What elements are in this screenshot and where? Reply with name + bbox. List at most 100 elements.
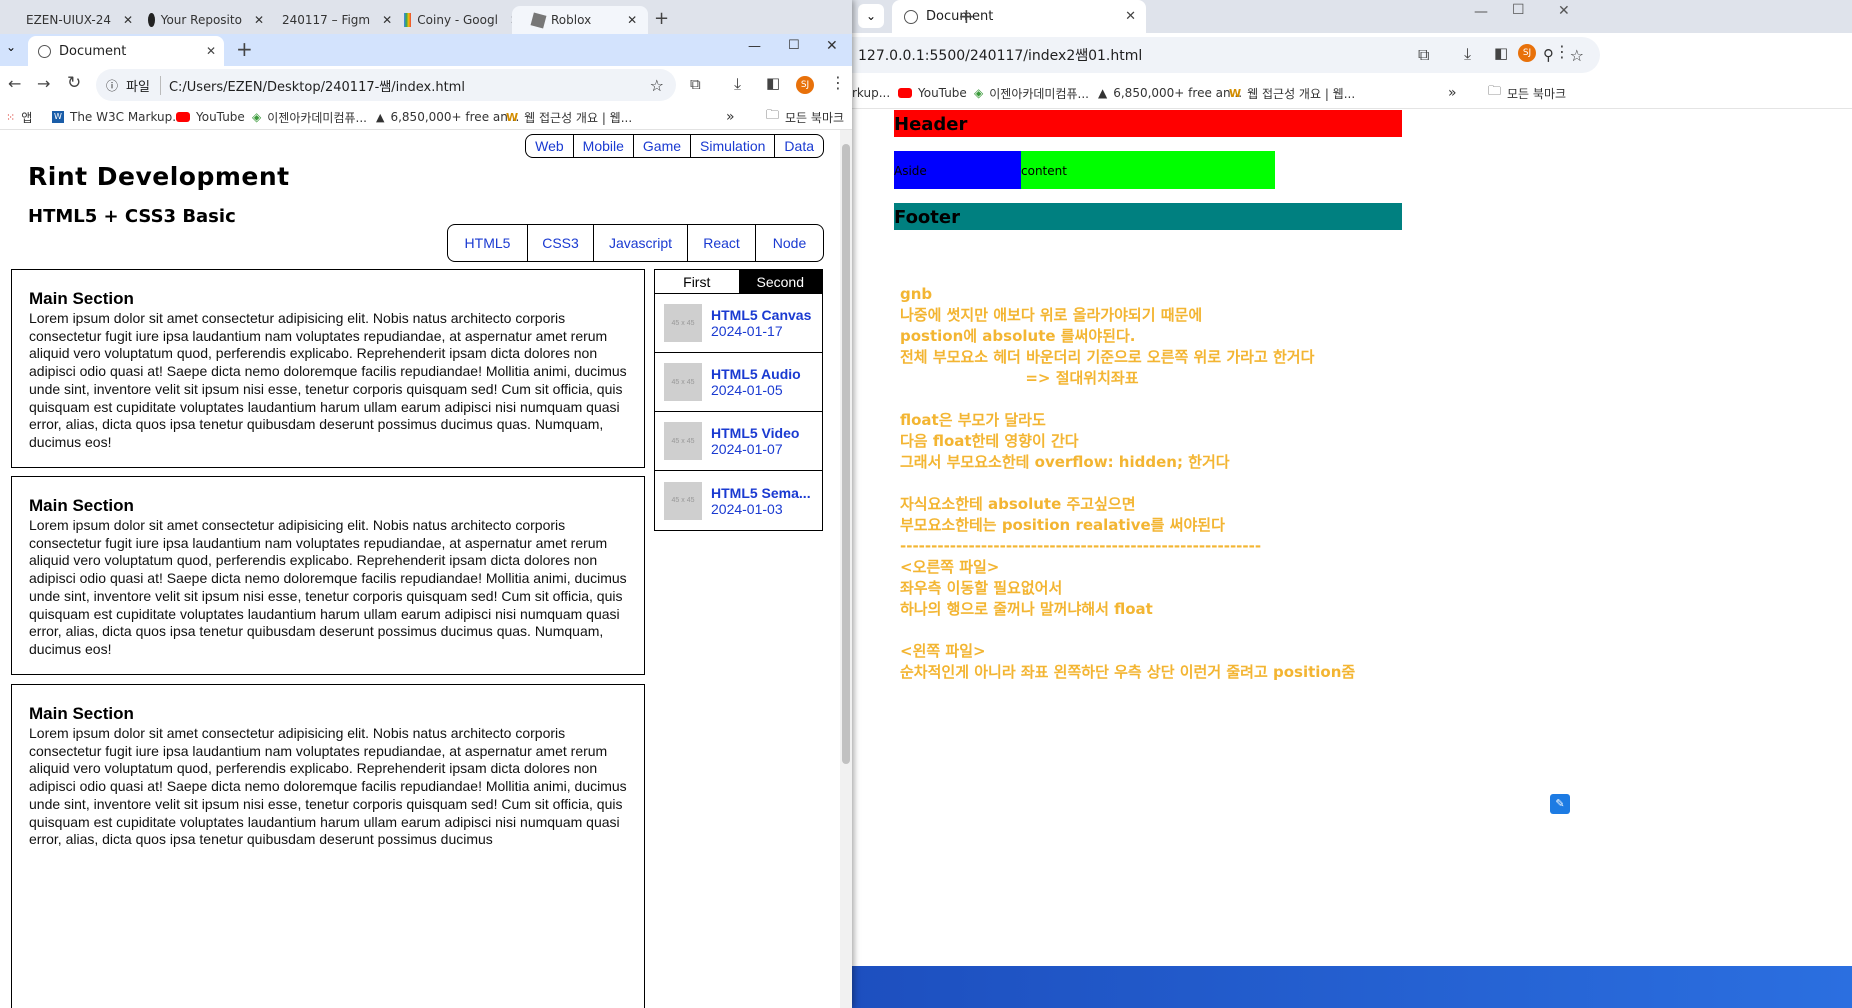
news-item[interactable]: 45 x 45 HTML5 Sema... 2024-01-03 <box>655 471 822 530</box>
menu-icon[interactable]: ⋮ <box>830 73 846 92</box>
bookmark-free[interactable]: ▲ 6,850,000+ free an... <box>376 104 519 130</box>
star-icon[interactable]: ☆ <box>1570 46 1584 65</box>
avatar[interactable]: SJ <box>1518 44 1536 62</box>
news-title[interactable]: HTML5 Video <box>711 425 811 441</box>
menu-icon[interactable]: ⋮ <box>1554 42 1570 61</box>
all-bookmarks[interactable]: 🗀 모든 북마크 <box>766 104 844 130</box>
news-date: 2024-01-17 <box>711 323 783 339</box>
tab-document[interactable]: Document ✕ <box>28 36 224 66</box>
sidepanel-icon[interactable]: ◧ <box>1494 44 1508 62</box>
maximize-button[interactable]: ☐ <box>1512 2 1525 18</box>
reload-icon[interactable]: ↻ <box>67 73 81 93</box>
github-icon <box>148 13 155 27</box>
gnb-game[interactable]: Game <box>632 135 690 157</box>
left-tab-strip: ⌄ Document ✕ + — ☐ ✕ <box>0 34 852 66</box>
tab-second[interactable]: Second <box>738 270 822 293</box>
tab-figma[interactable]: 240117 – Figm ✕ <box>256 6 392 34</box>
bookmarks-overflow-button[interactable]: » <box>1448 77 1457 109</box>
right-tab-strip: ⌄ Document ✕ + — ☐ ✕ <box>852 0 1852 33</box>
address-text: 127.0.0.1:5500/240117/index2쌤01.html <box>858 48 1143 64</box>
news-title[interactable]: HTML5 Canvas <box>711 307 811 323</box>
minimize-button[interactable]: — <box>748 39 761 54</box>
info-icon: ⓘ <box>106 78 119 93</box>
tab-first[interactable]: First <box>655 270 739 293</box>
notes-text: gnb 나중에 썻지만 애보다 위로 올라가야되기 때문에 postion에 a… <box>900 285 1356 681</box>
forward-icon[interactable]: → <box>37 74 50 93</box>
news-item[interactable]: 45 x 45 HTML5 Audio 2024-01-05 <box>655 353 822 412</box>
extensions-icon[interactable]: ⧉ <box>1418 45 1429 65</box>
tab-roblox[interactable]: Roblox ✕ <box>512 6 648 34</box>
bookmark-youtube[interactable]: YouTube <box>898 77 967 109</box>
news-date: 2024-01-05 <box>711 382 783 398</box>
bookmark-youtube[interactable]: YouTube <box>176 104 245 130</box>
new-tab-button[interactable]: + <box>236 37 253 61</box>
lnb-html5[interactable]: HTML5 <box>448 225 527 261</box>
left-toolbar: ← → ↻ ⓘ 파일 C:/Users/EZEN/Desktop/240117-… <box>0 66 852 104</box>
news-item[interactable]: 45 x 45 HTML5 Video 2024-01-07 <box>655 412 822 471</box>
bookmark-ezen[interactable]: ◈ 이젠아카데미컴퓨... <box>252 104 367 130</box>
site-subtitle: HTML5 + CSS3 Basic <box>28 206 236 227</box>
window-close-button[interactable]: ✕ <box>826 38 838 54</box>
left-browser-window: EZEN-UIUX-24 ✕ Your Reposito ✕ 240117 – Fi… <box>0 0 852 1008</box>
gnb-simulation[interactable]: Simulation <box>690 135 774 157</box>
bookmark-apps[interactable]: ⁙ 앱 <box>6 104 32 130</box>
address-bar[interactable]: 127.0.0.1:5500/240117/index2쌤01.html ⚲ ☆ <box>852 37 1600 73</box>
close-icon[interactable]: ✕ <box>627 13 637 27</box>
pen-icon[interactable]: ✎ <box>1550 794 1570 814</box>
tab-search-button[interactable]: ⌄ <box>6 40 16 54</box>
bookmarks-overflow-button[interactable]: » <box>726 104 735 130</box>
news-title[interactable]: HTML5 Audio <box>711 366 811 382</box>
bookmark-w3c[interactable]: W웹 접근성 개요 | 웹... <box>506 104 632 130</box>
close-icon[interactable]: ✕ <box>206 44 216 58</box>
lnb-javascript[interactable]: Javascript <box>593 225 687 261</box>
news-tab-panel: First Second 45 x 45 HTML5 Canvas 2024-01… <box>654 269 823 531</box>
bookmark-free[interactable]: ▲ 6,850,000+ free an... <box>1098 77 1242 109</box>
window-close-button[interactable]: ✕ <box>1558 3 1570 19</box>
download-icon[interactable]: ⤓ <box>734 74 741 94</box>
avatar[interactable]: SJ <box>796 76 814 94</box>
all-bookmarks[interactable]: 🗀 모든 북마크 <box>1488 77 1566 109</box>
news-date: 2024-01-03 <box>711 500 783 517</box>
sidepanel-icon[interactable]: ◧ <box>766 74 780 92</box>
scrollbar-thumb[interactable] <box>842 144 850 764</box>
content-block: content <box>1021 151 1275 189</box>
lnb-react[interactable]: React <box>687 225 755 261</box>
maximize-button[interactable]: ☐ <box>788 38 800 53</box>
tab-document[interactable]: Document ✕ <box>892 0 1146 33</box>
bookmark-w3c-markup[interactable]: W The W3C Markup... <box>52 104 184 130</box>
bookmark-ezen[interactable]: ◈ 이젠아카데미컴퓨... <box>974 77 1089 109</box>
star-icon[interactable]: ☆ <box>650 76 664 95</box>
tab-search-button[interactable]: ⌄ <box>858 4 884 28</box>
tab-your-repository[interactable]: Your Reposito ✕ <box>128 6 264 34</box>
tab-ezen-uiux[interactable]: EZEN-UIUX-24 ✕ <box>0 6 132 34</box>
site-logo[interactable]: Rint Development <box>28 162 290 191</box>
bookmark-item[interactable]: rkup... <box>852 77 890 109</box>
new-tab-button[interactable]: + <box>958 4 975 28</box>
download-icon[interactable]: ⤓ <box>1464 44 1471 64</box>
main-section: Main Section Lorem ipsum dolor sit amet … <box>11 269 645 468</box>
news-item[interactable]: 45 x 45 HTML5 Canvas 2024-01-17 <box>655 294 822 353</box>
bookmark-w3c[interactable]: W웹 접근성 개요 | 웹... <box>1229 77 1355 109</box>
footer-label: Footer <box>894 207 960 228</box>
vertical-scrollbar[interactable] <box>840 130 852 1008</box>
news-date: 2024-01-07 <box>711 441 783 457</box>
youtube-icon <box>898 88 912 98</box>
thumbnail-image: 45 x 45 <box>664 304 702 342</box>
lnb-node[interactable]: Node <box>755 225 823 261</box>
scheme-label: 파일 <box>126 75 161 95</box>
address-bar[interactable]: ⓘ 파일 C:/Users/EZEN/Desktop/240117-쌤/inde… <box>96 69 676 101</box>
tab-coiny[interactable]: Coiny - Googl✕ <box>384 6 520 34</box>
close-icon[interactable]: ✕ <box>1125 9 1136 24</box>
news-title[interactable]: HTML5 Sema... <box>711 485 811 501</box>
back-icon[interactable]: ← <box>8 74 21 93</box>
lnb-css3[interactable]: CSS3 <box>527 225 593 261</box>
thumbnail-image: 45 x 45 <box>664 363 702 401</box>
extensions-icon[interactable]: ⧉ <box>690 75 701 93</box>
content-label: content <box>1021 164 1067 178</box>
gnb-web[interactable]: Web <box>526 135 573 157</box>
gnb-data[interactable]: Data <box>774 135 823 157</box>
new-tab-button[interactable]: + <box>654 8 669 29</box>
gnb-mobile[interactable]: Mobile <box>572 135 633 157</box>
minimize-button[interactable]: — <box>1474 4 1488 20</box>
zoom-icon[interactable]: ⚲ <box>1543 46 1554 64</box>
